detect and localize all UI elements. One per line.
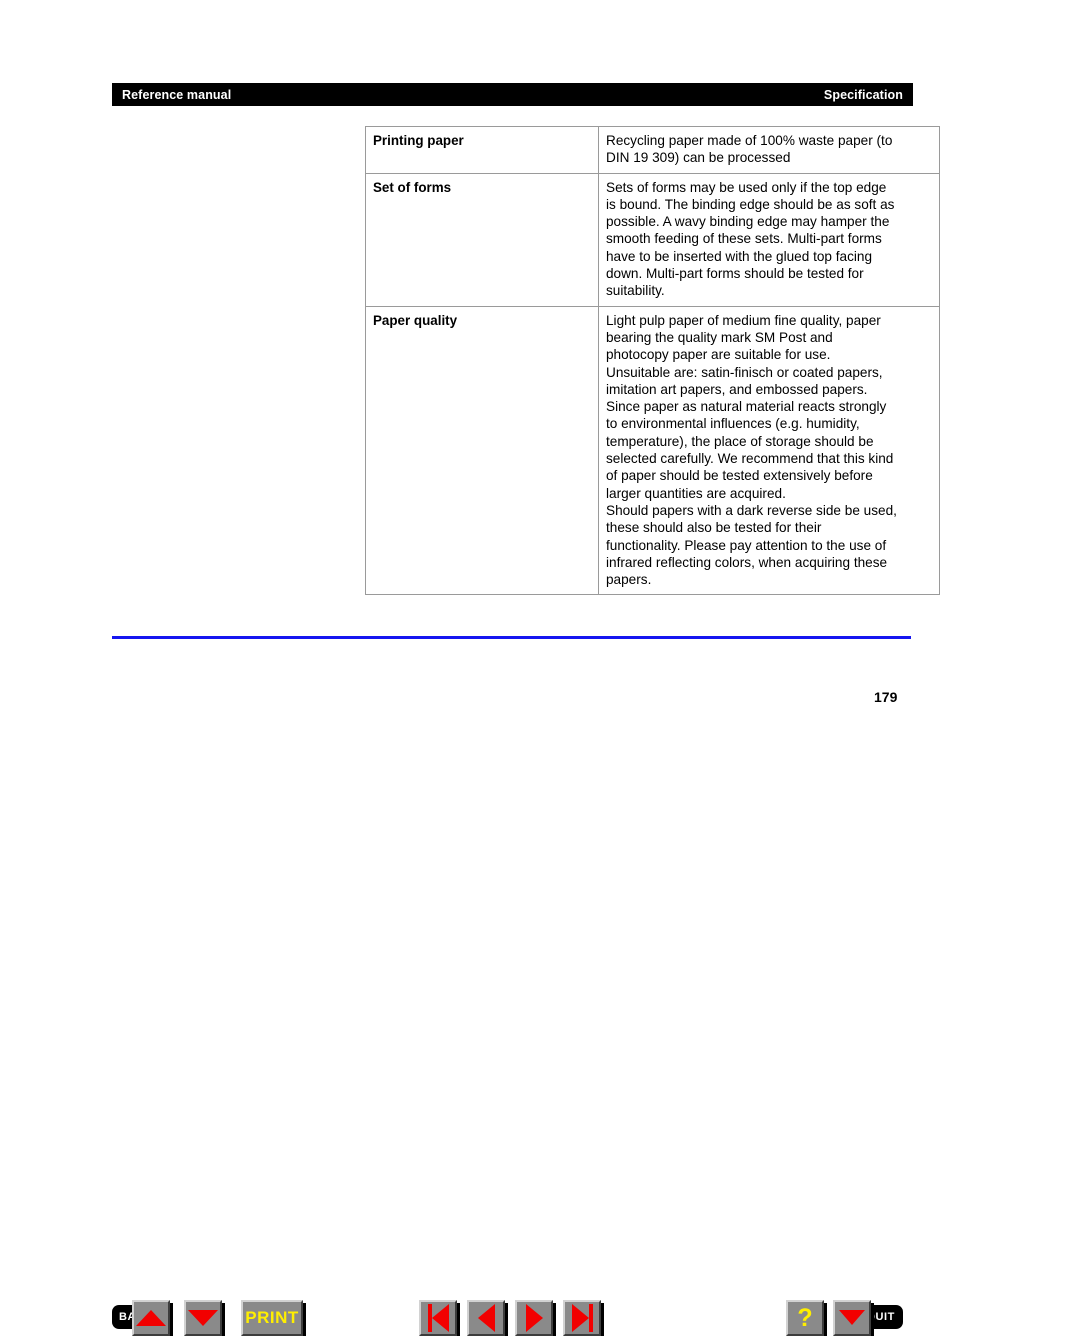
- value-line: temperature), the place of storage shoul…: [606, 433, 874, 449]
- page-header-bar: Reference manual Specification: [112, 83, 913, 106]
- value-line: Should papers with a dark reverse side b…: [606, 502, 897, 518]
- value-line: have to be inserted with the glued top f…: [606, 248, 873, 264]
- specification-table: Printing paper Recycling paper made of 1…: [365, 126, 940, 596]
- row-value: Sets of forms may be used only if the to…: [598, 172, 940, 307]
- scroll-down-button[interactable]: [184, 1300, 222, 1336]
- value-line: Since paper as natural material reacts s…: [606, 399, 887, 415]
- first-page-icon: [427, 1304, 449, 1332]
- previous-page-button[interactable]: [467, 1300, 505, 1336]
- table-row: Set of forms Sets of forms may be used o…: [365, 172, 940, 307]
- row-value: Recycling paper made of 100% waste paper…: [598, 126, 940, 174]
- print-button[interactable]: PRINT: [241, 1300, 303, 1336]
- value-line: Unsuitable are: satin-finisch or coated …: [606, 364, 883, 380]
- value-line: infrared reflecting colors, when acquiri…: [606, 554, 888, 570]
- value-line: possible. A wavy binding edge may hamper…: [606, 214, 890, 230]
- value-line: papers.: [606, 572, 652, 588]
- row-value: Light pulp paper of medium fine quality,…: [598, 305, 940, 596]
- navigation-toolbar: BACK PRINT ? QUIT: [0, 648, 1080, 1336]
- manual-title: Reference manual: [122, 87, 232, 102]
- next-page-button[interactable]: [515, 1300, 553, 1336]
- scroll-up-button[interactable]: [132, 1300, 170, 1336]
- value-line: DIN 19 309) can be processed: [606, 150, 791, 166]
- question-mark-icon: ?: [797, 1303, 813, 1332]
- table-row: Printing paper Recycling paper made of 1…: [365, 126, 940, 174]
- value-line: these should also be tested for their: [606, 520, 822, 536]
- value-line: suitability.: [606, 283, 665, 299]
- row-label: Set of forms: [365, 172, 599, 307]
- triangle-down-icon: [839, 1309, 865, 1325]
- value-line: larger quantities are acquired.: [606, 485, 786, 501]
- last-page-button[interactable]: [563, 1300, 601, 1336]
- value-line: is bound. The binding edge should be as …: [606, 196, 895, 212]
- value-line: of paper should be tested extensively be…: [606, 468, 873, 484]
- first-page-button[interactable]: [419, 1300, 457, 1336]
- triangle-down-icon: [188, 1310, 218, 1326]
- page-number: 179: [874, 689, 898, 705]
- triangle-right-icon: [525, 1304, 543, 1332]
- value-line: down. Multi-part forms should be tested …: [606, 266, 864, 282]
- section-title: Specification: [823, 87, 903, 102]
- last-page-icon: [571, 1304, 593, 1332]
- horizontal-divider: [112, 636, 911, 639]
- table-row: Paper quality Light pulp paper of medium…: [365, 305, 940, 596]
- triangle-left-icon: [477, 1304, 495, 1332]
- row-label: Printing paper: [365, 126, 599, 174]
- value-line: Sets of forms may be used only if the to…: [606, 179, 887, 195]
- value-line: smooth feeding of these sets. Multi-part…: [606, 231, 882, 247]
- print-button-label: PRINT: [245, 1308, 299, 1327]
- row-label: Paper quality: [365, 305, 599, 596]
- value-line: photocopy paper are suitable for use.: [606, 347, 831, 363]
- help-button[interactable]: ?: [786, 1300, 824, 1336]
- value-line: imitation art papers, and embossed paper…: [606, 381, 868, 397]
- value-line: Light pulp paper of medium fine quality,…: [606, 312, 881, 328]
- value-line: bearing the quality mark SM Post and: [606, 329, 833, 345]
- quit-arrow-button[interactable]: [833, 1300, 871, 1336]
- value-line: selected carefully. We recommend that th…: [606, 451, 894, 467]
- value-line: to environmental influences (e.g. humidi…: [606, 416, 860, 432]
- value-line: Recycling paper made of 100% waste paper…: [606, 133, 893, 148]
- triangle-up-icon: [136, 1310, 166, 1326]
- value-line: functionality. Please pay attention to t…: [606, 537, 887, 553]
